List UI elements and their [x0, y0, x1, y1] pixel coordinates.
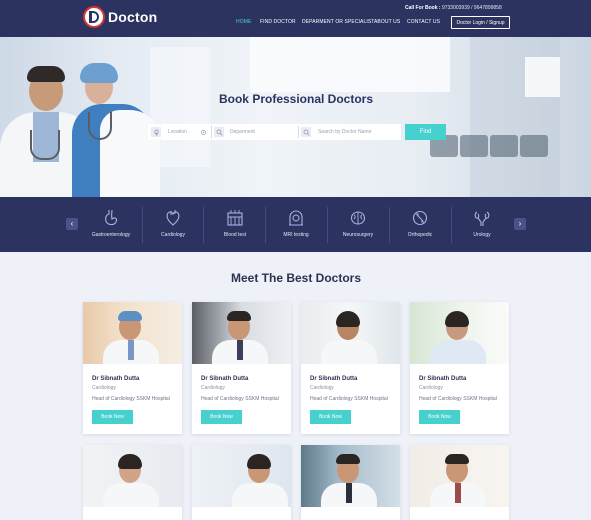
nav-contact-us[interactable]: CONTACT US: [407, 19, 440, 25]
call-numbers: 9733003939 / 9647899858: [441, 5, 502, 11]
doctor-photo: [301, 302, 400, 364]
crosshair-icon[interactable]: [198, 127, 208, 137]
book-now-button[interactable]: Book Now: [310, 410, 351, 424]
specialty-blood-test[interactable]: Blood test: [205, 205, 265, 245]
doctor-photo: [192, 302, 291, 364]
doctor-photo: [410, 445, 509, 507]
specialty-mri-testing[interactable]: MRI testing: [266, 205, 326, 245]
mri-icon: [289, 210, 303, 226]
location-pin-icon: [151, 127, 161, 137]
call-label: Call For Book :: [405, 5, 441, 11]
doctors-section-title: Meet The Best Doctors: [230, 271, 362, 285]
specialty-cardiology[interactable]: Cardiology: [143, 205, 203, 245]
specialty-label: Urology: [473, 232, 491, 238]
doctor-name-field[interactable]: Search by Doctor Name: [318, 124, 400, 140]
doctor-specialty: Cardiology: [92, 385, 116, 391]
bone-icon: [412, 210, 428, 226]
doctor-specialty: Cardiology: [201, 385, 225, 391]
nav-about-us[interactable]: ABOUT US: [374, 19, 400, 25]
stomach-icon: [105, 209, 118, 226]
specialty-orthopedic[interactable]: Orthopedic: [390, 205, 450, 245]
doctor-card: [192, 445, 291, 520]
logo-icon[interactable]: [83, 6, 105, 28]
doctor-name: Dr Sibnath Dutta: [92, 376, 140, 382]
doctor-card: Dr Sibnath Dutta Cardiology Head of Card…: [301, 302, 400, 434]
doctor-card: [301, 445, 400, 520]
doctor-card: Dr Sibnath Dutta Cardiology Head of Card…: [83, 302, 182, 434]
doctor-photo: [83, 445, 182, 507]
search-bar: Location Deparment Search by Doctor Name: [148, 124, 401, 140]
call-for-book: Call For Book : 9733003939 / 9647899858: [405, 5, 502, 11]
doctor-login-button[interactable]: Doctor Login / Signup: [451, 16, 510, 29]
doctor-photo: [301, 445, 400, 507]
book-now-button[interactable]: Book Now: [201, 410, 242, 424]
book-now-button[interactable]: Book Now: [419, 410, 460, 424]
doctor-photo: [192, 445, 291, 507]
hero-title: Book Professional Doctors: [218, 92, 374, 106]
specialty-label: Neurosurgery: [342, 232, 374, 238]
specialty-label: MRI testing: [283, 232, 309, 238]
search-icon: [214, 127, 224, 137]
book-now-button[interactable]: Book Now: [92, 410, 133, 424]
nav-department[interactable]: DEPARMENT OR SPECIALIST: [302, 19, 374, 25]
chevron-left-icon: ‹: [70, 219, 74, 228]
doctor-role: Head of Cardiology SSKM Hospital: [310, 396, 388, 402]
doctor-card: Dr Sibnath Dutta Cardiology Head of Card…: [410, 302, 509, 434]
doctor-photo: [83, 302, 182, 364]
site-header: Docton Call For Book : 9733003939 / 9647…: [0, 0, 591, 37]
search-icon: [301, 127, 311, 137]
doctor-photo: [410, 302, 509, 364]
department-field[interactable]: Deparment: [230, 124, 300, 140]
specialty-label: Orthopedic: [407, 232, 433, 238]
specialty-label: Gastroenterology: [91, 232, 131, 238]
doctor-card: [83, 445, 182, 520]
nav-find-doctor[interactable]: FIND DOCTOR: [260, 19, 296, 25]
doctor-specialty: Cardiology: [310, 385, 334, 391]
nav-home[interactable]: HOME: [236, 19, 251, 25]
heart-icon: [166, 210, 180, 226]
specialty-gastroenterology[interactable]: Gastroenterology: [81, 205, 141, 245]
doctor-role: Head of Cardiology SSKM Hospital: [419, 396, 497, 402]
specialty-label: Cardiology: [161, 232, 185, 238]
carousel-prev-button[interactable]: ‹: [66, 218, 78, 230]
doctor-name: Dr Sibnath Dutta: [201, 376, 249, 382]
brand-name[interactable]: Docton: [108, 9, 157, 25]
doctor-role: Head of Cardiology SSKM Hospital: [92, 396, 170, 402]
doctor-role: Head of Cardiology SSKM Hospital: [201, 396, 279, 402]
find-button[interactable]: Find: [405, 124, 446, 140]
blood-test-icon: [227, 210, 243, 226]
doctor-card: [410, 445, 509, 520]
brain-icon: [350, 211, 366, 225]
doctor-name: Dr Sibnath Dutta: [310, 376, 358, 382]
chevron-right-icon: ›: [518, 219, 522, 228]
doctor-card: Dr Sibnath Dutta Cardiology Head of Card…: [192, 302, 291, 434]
doctor-specialty: Cardiology: [419, 385, 443, 391]
doctor-name: Dr Sibnath Dutta: [419, 376, 467, 382]
specialty-label: Blood test: [223, 232, 247, 238]
specialty-neurosurgery[interactable]: Neurosurgery: [328, 205, 388, 245]
carousel-next-button[interactable]: ›: [514, 218, 526, 230]
kidney-icon: [474, 211, 490, 226]
specialty-urology[interactable]: Urology: [452, 205, 512, 245]
